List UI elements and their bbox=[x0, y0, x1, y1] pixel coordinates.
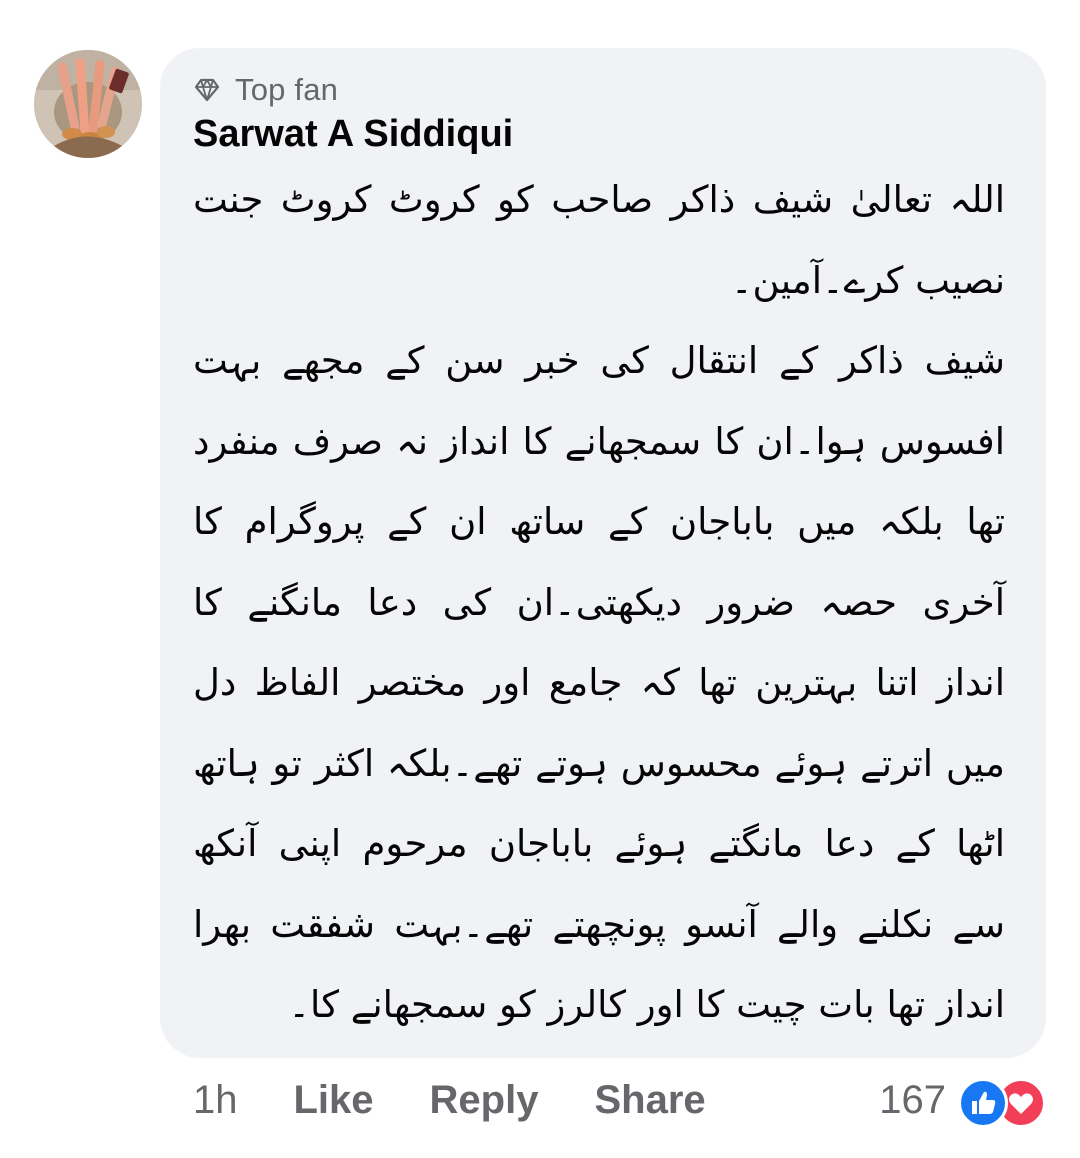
comment-line: انداز اتنا بہترین تھا کہ جامع اور مختصر … bbox=[193, 661, 1005, 704]
comment-body: اللہ تعالیٰ شیف ذاکر صاحب کو کروٹ کروٹ ج… bbox=[193, 160, 1005, 1046]
reply-button[interactable]: Reply bbox=[430, 1078, 539, 1123]
comment-line: تھا بلکہ میں باباجان کے ساتھ ان کے پروگر… bbox=[193, 500, 1005, 543]
author-name[interactable]: Sarwat A Siddiqui bbox=[193, 108, 513, 160]
avatar[interactable] bbox=[34, 50, 142, 158]
comment-line: آخری حصہ ضرور دیکھتی۔ان کی دعا مانگنے کا bbox=[193, 580, 1005, 624]
timestamp[interactable]: 1h bbox=[193, 1078, 238, 1123]
reactions-summary[interactable]: 167 bbox=[879, 1072, 1046, 1128]
comment-line: میں اترتے ہوئے محسوس ہوتے تھے۔بلکہ اکثر … bbox=[193, 741, 1005, 785]
like-reaction-icon bbox=[958, 1078, 1008, 1128]
comment: Top fan Sarwat A Siddiqui اللہ تعالیٰ شی… bbox=[0, 0, 1080, 1158]
diamond-icon bbox=[194, 78, 220, 102]
comment-line: افسوس ہوا۔ان کا سمجھانے کا انداز نہ صرف … bbox=[193, 419, 1005, 463]
comment-line: نصیب کرے۔آمین۔ bbox=[730, 258, 1005, 302]
comment-line: سے نکلنے والے آنسو پونچھتے تھے۔بہت شفقت … bbox=[193, 902, 1005, 946]
badge-label: Top fan bbox=[235, 72, 339, 107]
reaction-icons bbox=[958, 1076, 1046, 1128]
comment-line: انداز تھا بات چیت کا اور کالرز کو سمجھان… bbox=[288, 983, 1005, 1026]
comment-line: اللہ تعالیٰ شیف ذاکر صاحب کو کروٹ کروٹ ج… bbox=[193, 178, 1005, 221]
comment-actions: 1h Like Reply Share bbox=[193, 1072, 762, 1128]
share-button[interactable]: Share bbox=[594, 1078, 705, 1123]
top-fan-badge[interactable]: Top fan bbox=[193, 70, 338, 110]
comment-line: اٹھا کے دعا مانگتے ہوئے باباجان مرحوم اپ… bbox=[193, 822, 1005, 865]
like-button[interactable]: Like bbox=[294, 1078, 374, 1123]
avatar-image bbox=[34, 50, 142, 158]
comment-line: شیف ذاکر کے انتقال کی خبر سن کے مجھے بہت bbox=[193, 339, 1005, 382]
reaction-count: 167 bbox=[879, 1077, 946, 1122]
